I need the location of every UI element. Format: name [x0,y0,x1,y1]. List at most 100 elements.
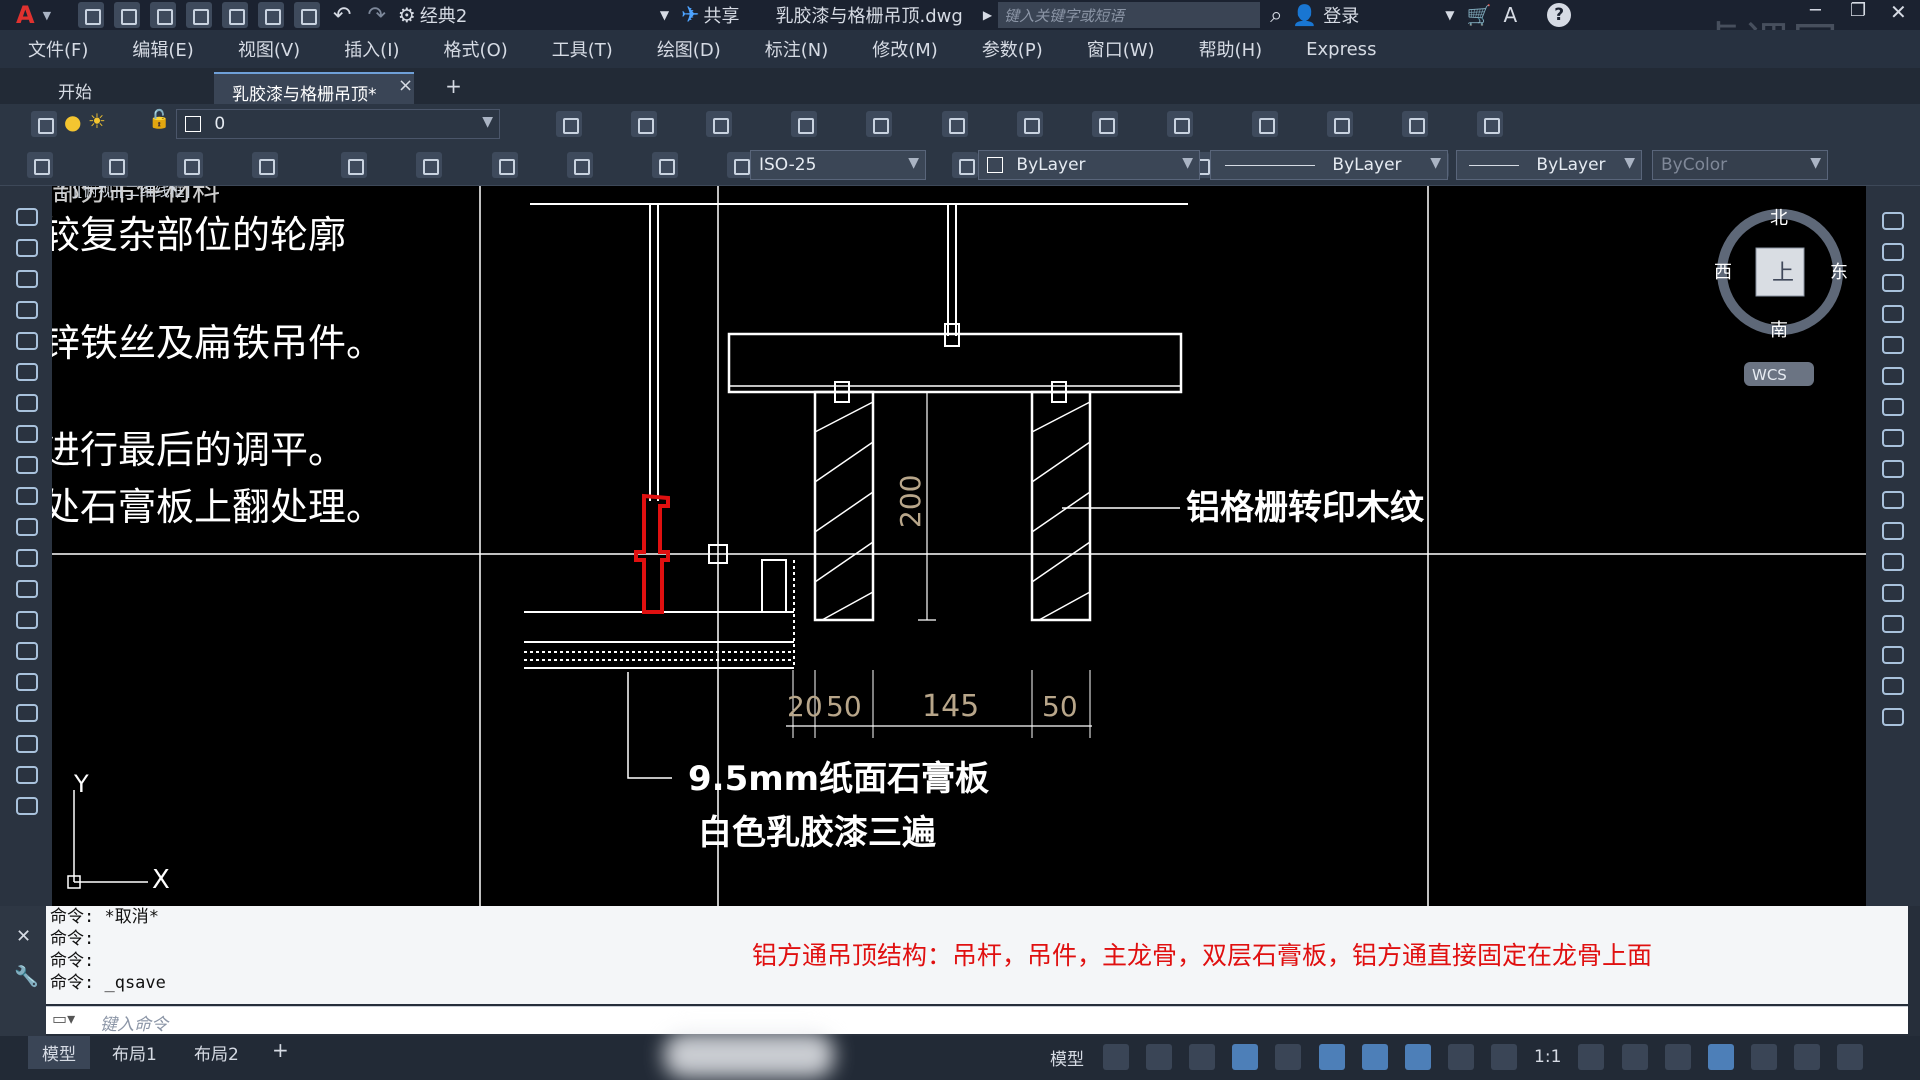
help-icon[interactable]: ? [1547,3,1572,27]
menu-edit[interactable]: 编辑(E) [110,36,215,62]
erase-icon[interactable] [1877,207,1907,233]
blend-icon[interactable] [1877,672,1907,698]
menu-window[interactable]: 窗口(W) [1065,36,1177,62]
redo-icon[interactable]: ↷ [367,3,385,28]
command-grip[interactable]: ✕ 🔧 [0,906,46,1036]
open-icon[interactable] [114,2,141,28]
command-input-row[interactable]: ▭▾ 键入命令 [46,1006,1908,1035]
print-icon[interactable] [294,2,321,28]
stretch-icon[interactable] [1877,455,1907,481]
layer-tool-icon[interactable] [1166,111,1193,137]
polyline-icon[interactable] [11,265,41,291]
autocad-logo[interactable]: A [16,1,35,29]
layer-manager-icon[interactable] [31,111,57,137]
annotation-scale-icon[interactable] [1490,1044,1517,1070]
arc-icon[interactable] [11,358,41,384]
layout-add-icon[interactable]: + [272,1038,289,1062]
viewcube-east[interactable]: 东 [1830,262,1848,283]
layer-lock-icon[interactable]: 🔓 [148,109,170,130]
menu-parametric[interactable]: 参数(P) [960,36,1065,62]
layer-tool-icon[interactable] [1016,111,1043,137]
grid-icon[interactable] [1103,1044,1130,1070]
new-icon[interactable] [78,2,105,28]
plotstyle-dropdown[interactable]: ByColor ▼ [1652,150,1828,180]
layout-tab-model[interactable]: 模型 [28,1036,90,1069]
dim-aligned-icon[interactable] [102,152,129,178]
wcs-menu[interactable]: WCS [1752,366,1787,384]
hardware-accel-icon[interactable] [1707,1044,1734,1070]
dim-radius-icon[interactable] [341,152,368,178]
viewcube-west[interactable]: 西 [1714,262,1732,283]
menu-modify[interactable]: 修改(M) [850,36,960,62]
menu-format[interactable]: 格式(O) [422,36,530,62]
rotate-icon[interactable] [1877,393,1907,419]
menu-view[interactable]: 视图(V) [216,36,322,62]
dim-baseline-icon[interactable] [726,152,753,178]
cart-icon[interactable]: 🛒 [1467,3,1492,27]
layout-tab-2[interactable]: 布局2 [194,1040,239,1065]
command-prompt-icon[interactable]: ▭▾ [52,1009,75,1028]
share-icon[interactable]: ✈ [681,3,699,28]
gradient-icon[interactable] [11,668,41,694]
autoscale-icon[interactable] [1447,1044,1474,1070]
dimstyle-dropdown[interactable]: ISO-25 ▼ [750,150,926,180]
dim-linear-icon[interactable] [27,152,53,178]
viewcube-north[interactable]: 北 [1770,208,1788,229]
layer-tool-icon[interactable] [1251,111,1278,137]
menu-file[interactable]: 文件(F) [0,36,110,62]
rectangle-icon[interactable] [11,327,41,353]
dim-angular-icon[interactable] [566,152,593,178]
otrack-icon[interactable] [1318,1044,1345,1070]
login-dropdown-icon[interactable]: ▼ [1445,8,1454,22]
layer-tool-icon[interactable] [1327,111,1354,137]
viewcube[interactable]: 上 北 南 东 西 WCS [1714,208,1848,386]
add-icon[interactable] [1621,1044,1648,1070]
osnap-icon[interactable] [1361,1044,1388,1070]
layer-tool-icon[interactable] [1402,111,1429,137]
dim-break-icon[interactable] [952,152,979,178]
layout-tab-1[interactable]: 布局1 [112,1040,157,1065]
dim-arc-icon[interactable] [177,152,204,178]
layer-dropdown[interactable]: 0 ▼ [176,109,500,139]
undo-icon[interactable]: ↶ [333,3,351,28]
share-button[interactable]: 共享 [704,2,740,28]
linetype-dropdown[interactable]: ByLayer ▼ [1210,150,1448,180]
dim-diameter-icon[interactable] [491,152,518,178]
scale-icon[interactable] [1877,424,1907,450]
menu-express[interactable]: Express [1284,39,1398,60]
annotation-scale-value[interactable]: 1:1 [1534,1047,1561,1067]
dim-ordinate-icon[interactable] [252,152,279,178]
ellipse-arc-icon[interactable] [11,513,41,539]
workspace-switch-icon[interactable] [1578,1044,1605,1070]
color-dropdown[interactable]: ByLayer ▼ [978,150,1200,180]
drawing-canvas[interactable]: 部分吊件材料 [-][俯视][二维线框] 较复杂部位的轮廓 锌铁丝及扁铁吊件。 … [52,186,1866,906]
fillet-icon[interactable] [1877,641,1907,667]
layer-tool-icon[interactable] [706,111,733,137]
tab-add-icon[interactable]: + [445,74,462,98]
offset-icon[interactable] [1877,300,1907,326]
model-space-toggle[interactable]: 模型 [1050,1050,1084,1070]
menu-tools[interactable]: 工具(T) [530,36,635,62]
user-icon[interactable]: 👤 [1292,3,1317,27]
layer-freeze-icon[interactable]: ☀ [88,109,106,133]
tab-drawing[interactable]: 乳胶漆与格栅吊顶* [214,72,414,105]
layer-tool-icon[interactable] [1091,111,1118,137]
ortho-icon[interactable] [1189,1044,1216,1070]
workspace-selector[interactable]: 经典2 [420,2,660,28]
menu-help[interactable]: 帮助(H) [1177,36,1285,62]
mtext-icon[interactable] [11,761,41,787]
saveas-icon[interactable] [186,2,213,28]
layer-tool-icon[interactable] [941,111,968,137]
join-icon[interactable] [1877,579,1907,605]
make-block-icon[interactable] [11,575,41,601]
copy-icon[interactable] [1877,238,1907,264]
line-icon[interactable] [11,203,41,229]
command-close-icon[interactable]: ✕ [16,926,31,947]
close-icon[interactable]: ✕ [1890,0,1907,24]
viewcube-top-label[interactable]: 上 [1772,261,1794,286]
insert-block-icon[interactable] [11,544,41,570]
polar-icon[interactable] [1232,1044,1259,1070]
trim-icon[interactable] [1877,486,1907,512]
dim-jogged-icon[interactable] [416,152,443,178]
lineweight-dropdown[interactable]: ByLayer ▼ [1456,150,1642,180]
